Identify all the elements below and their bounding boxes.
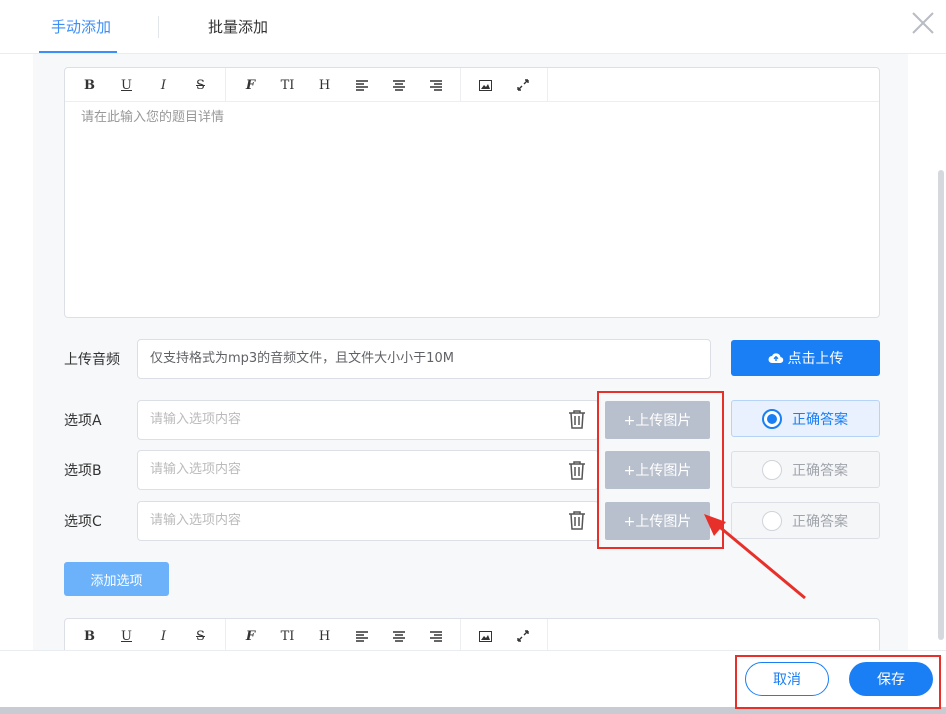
option-b-input[interactable]: 请输入选项内容 xyxy=(137,450,599,490)
scrollbar[interactable] xyxy=(938,170,944,640)
align-right-icon[interactable] xyxy=(417,68,454,102)
fullscreen-icon[interactable] xyxy=(504,619,541,653)
image-icon[interactable] xyxy=(467,68,504,102)
radio-icon xyxy=(762,408,782,429)
image-icon[interactable] xyxy=(467,619,504,653)
correct-answer-label: 正确答案 xyxy=(792,411,848,428)
editor-toolbar: B U I S F TI H xyxy=(65,68,879,102)
trash-icon[interactable] xyxy=(566,509,588,531)
add-option-button[interactable]: 添加选项 xyxy=(64,562,169,596)
fullscreen-icon[interactable] xyxy=(504,68,541,102)
annotation-arrow-icon xyxy=(704,514,806,600)
radio-icon xyxy=(762,459,782,480)
active-tab-indicator xyxy=(39,51,117,53)
text-size-button[interactable]: TI xyxy=(269,619,306,653)
bold-button[interactable]: B xyxy=(71,619,108,653)
tab-bar: 手动添加 批量添加 xyxy=(0,0,946,54)
option-b-correct-answer[interactable]: 正确答案 xyxy=(731,451,880,488)
audio-label: 上传音频 xyxy=(64,352,120,368)
option-a-input[interactable]: 请输入选项内容 xyxy=(137,400,599,440)
trash-icon[interactable] xyxy=(566,408,588,430)
align-left-icon[interactable] xyxy=(343,619,380,653)
option-c-input[interactable]: 请输入选项内容 xyxy=(137,501,599,541)
editor-toolbar: B U I S F TI H xyxy=(65,619,879,653)
cloud-upload-icon xyxy=(768,353,783,364)
bold-button[interactable]: B xyxy=(71,68,108,102)
font-button[interactable]: F xyxy=(232,619,269,653)
editor-placeholder: 请在此输入您的题目详情 xyxy=(81,110,225,125)
correct-answer-label: 正确答案 xyxy=(792,462,848,479)
trash-icon[interactable] xyxy=(566,459,588,481)
font-button[interactable]: F xyxy=(232,68,269,102)
underline-button[interactable]: U xyxy=(108,68,145,102)
audio-file-field[interactable]: 仅支持格式为mp3的音频文件，且文件大小小于10M xyxy=(137,339,711,379)
align-right-icon[interactable] xyxy=(417,619,454,653)
align-center-icon[interactable] xyxy=(380,619,417,653)
align-center-icon[interactable] xyxy=(380,68,417,102)
heading-button[interactable]: H xyxy=(306,68,343,102)
close-icon[interactable] xyxy=(908,8,938,38)
tab-manual-add[interactable]: 手动添加 xyxy=(51,16,111,37)
underline-button[interactable]: U xyxy=(108,619,145,653)
strikethrough-button[interactable]: S xyxy=(182,619,219,653)
option-a-correct-answer[interactable]: 正确答案 xyxy=(731,400,880,437)
italic-button[interactable]: I xyxy=(145,68,182,102)
upload-audio-button[interactable]: 点击上传 xyxy=(731,340,880,376)
option-a-label: 选项A xyxy=(64,413,102,429)
tab-divider xyxy=(158,16,159,38)
align-left-icon[interactable] xyxy=(343,68,380,102)
text-size-button[interactable]: TI xyxy=(269,68,306,102)
tab-batch-add[interactable]: 批量添加 xyxy=(208,16,268,37)
italic-button[interactable]: I xyxy=(145,619,182,653)
question-editor[interactable]: B U I S F TI H 请在此输入您的题目详情 xyxy=(64,67,880,318)
annotation-highlight-footer-buttons xyxy=(735,655,941,709)
option-b-label: 选项B xyxy=(64,463,102,479)
upload-audio-label: 点击上传 xyxy=(787,351,844,367)
option-c-label: 选项C xyxy=(64,514,102,530)
heading-button[interactable]: H xyxy=(306,619,343,653)
strikethrough-button[interactable]: S xyxy=(182,68,219,102)
